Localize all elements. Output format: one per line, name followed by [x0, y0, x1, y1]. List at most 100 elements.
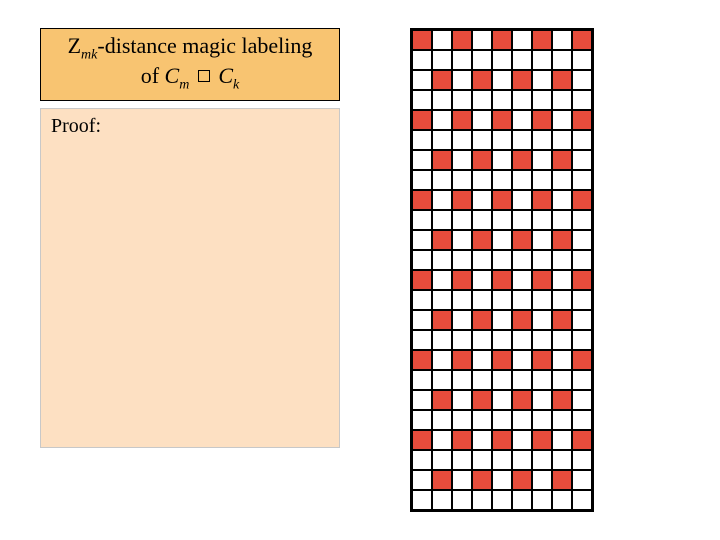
- grid-cell: [452, 390, 472, 410]
- grid-cell: [472, 450, 492, 470]
- grid-cell: [512, 410, 532, 430]
- grid-cell: [572, 210, 592, 230]
- grid-cell: [492, 410, 512, 430]
- grid-cell: [572, 230, 592, 250]
- grid-cell: [432, 50, 452, 70]
- grid-cell: [572, 390, 592, 410]
- grid-cell: [512, 190, 532, 210]
- grid-cell: [512, 430, 532, 450]
- grid-cell: [552, 130, 572, 150]
- title-line-2: of Cm Ck: [45, 63, 335, 93]
- grid-cell: [552, 50, 572, 70]
- grid-cell: [492, 250, 512, 270]
- grid-cell: [532, 290, 552, 310]
- grid-cell: [452, 190, 472, 210]
- grid-cell: [412, 390, 432, 410]
- grid-cell: [452, 470, 472, 490]
- title-of: of: [141, 63, 165, 88]
- grid-cell: [432, 250, 452, 270]
- title-box: Zmk-distance magic labeling of Cm Ck: [40, 28, 340, 101]
- grid-cell: [472, 210, 492, 230]
- grid-cell: [572, 350, 592, 370]
- grid-cell: [432, 170, 452, 190]
- grid-cell: [472, 270, 492, 290]
- grid-cell: [552, 310, 572, 330]
- grid-cell: [492, 330, 512, 350]
- grid-cell: [472, 110, 492, 130]
- grid-cell: [572, 410, 592, 430]
- grid-cell: [532, 390, 552, 410]
- grid-cell: [452, 70, 472, 90]
- grid-cell: [572, 330, 592, 350]
- grid-cell: [492, 290, 512, 310]
- grid-cell: [412, 410, 432, 430]
- grid-cell: [452, 450, 472, 470]
- grid-cell: [412, 30, 432, 50]
- grid-cell: [412, 190, 432, 210]
- grid-cell: [432, 490, 452, 510]
- grid-cell: [572, 450, 592, 470]
- grid-cell: [412, 310, 432, 330]
- grid-cell: [572, 50, 592, 70]
- grid-cell: [512, 450, 532, 470]
- grid-cell: [492, 310, 512, 330]
- grid-cell: [512, 110, 532, 130]
- grid-cell: [412, 50, 432, 70]
- grid-cell: [452, 410, 472, 430]
- grid-cell: [472, 150, 492, 170]
- grid-cell: [472, 230, 492, 250]
- grid-cell: [552, 470, 572, 490]
- grid-cell: [512, 270, 532, 290]
- grid-cell: [432, 330, 452, 350]
- grid-cell: [452, 210, 472, 230]
- grid-cell: [492, 350, 512, 370]
- grid-cell: [432, 270, 452, 290]
- title-Ck-C: C: [218, 63, 233, 88]
- grid-cell: [472, 350, 492, 370]
- grid-cell: [472, 70, 492, 90]
- grid-cell: [532, 310, 552, 330]
- grid-cell: [472, 430, 492, 450]
- grid-cell: [432, 30, 452, 50]
- grid-cell: [532, 30, 552, 50]
- grid-cell: [512, 150, 532, 170]
- grid-cell: [572, 70, 592, 90]
- grid-cell: [552, 190, 572, 210]
- grid-cell: [412, 90, 432, 110]
- grid-cell: [432, 410, 452, 430]
- grid-cell: [532, 170, 552, 190]
- grid-cell: [552, 170, 572, 190]
- grid-cell: [412, 130, 432, 150]
- grid-cell: [412, 250, 432, 270]
- grid-cell: [412, 450, 432, 470]
- grid-cell: [452, 490, 472, 510]
- grid-cell: [572, 30, 592, 50]
- title-Ck-sub: k: [233, 78, 239, 93]
- grid-cell: [432, 90, 452, 110]
- grid-cell: [412, 210, 432, 230]
- grid-cell: [492, 450, 512, 470]
- grid-cell: [452, 250, 472, 270]
- grid-cell: [552, 350, 572, 370]
- grid-cell: [412, 470, 432, 490]
- grid-cell: [432, 290, 452, 310]
- grid-cell: [432, 110, 452, 130]
- grid-cell: [552, 90, 572, 110]
- grid-cell: [432, 350, 452, 370]
- grid-cell: [552, 230, 572, 250]
- grid-cell: [512, 50, 532, 70]
- grid-cell: [552, 70, 572, 90]
- grid-cell: [452, 110, 472, 130]
- grid-cell: [572, 430, 592, 450]
- grid-cell: [492, 130, 512, 150]
- grid-cell: [552, 450, 572, 470]
- grid-cell: [452, 50, 472, 70]
- grid-cell: [472, 170, 492, 190]
- grid-cell: [472, 470, 492, 490]
- grid-cell: [412, 350, 432, 370]
- grid-cell: [432, 390, 452, 410]
- grid-cell: [412, 110, 432, 130]
- grid-cell: [432, 150, 452, 170]
- grid-cell: [532, 190, 552, 210]
- grid-cell: [412, 290, 432, 310]
